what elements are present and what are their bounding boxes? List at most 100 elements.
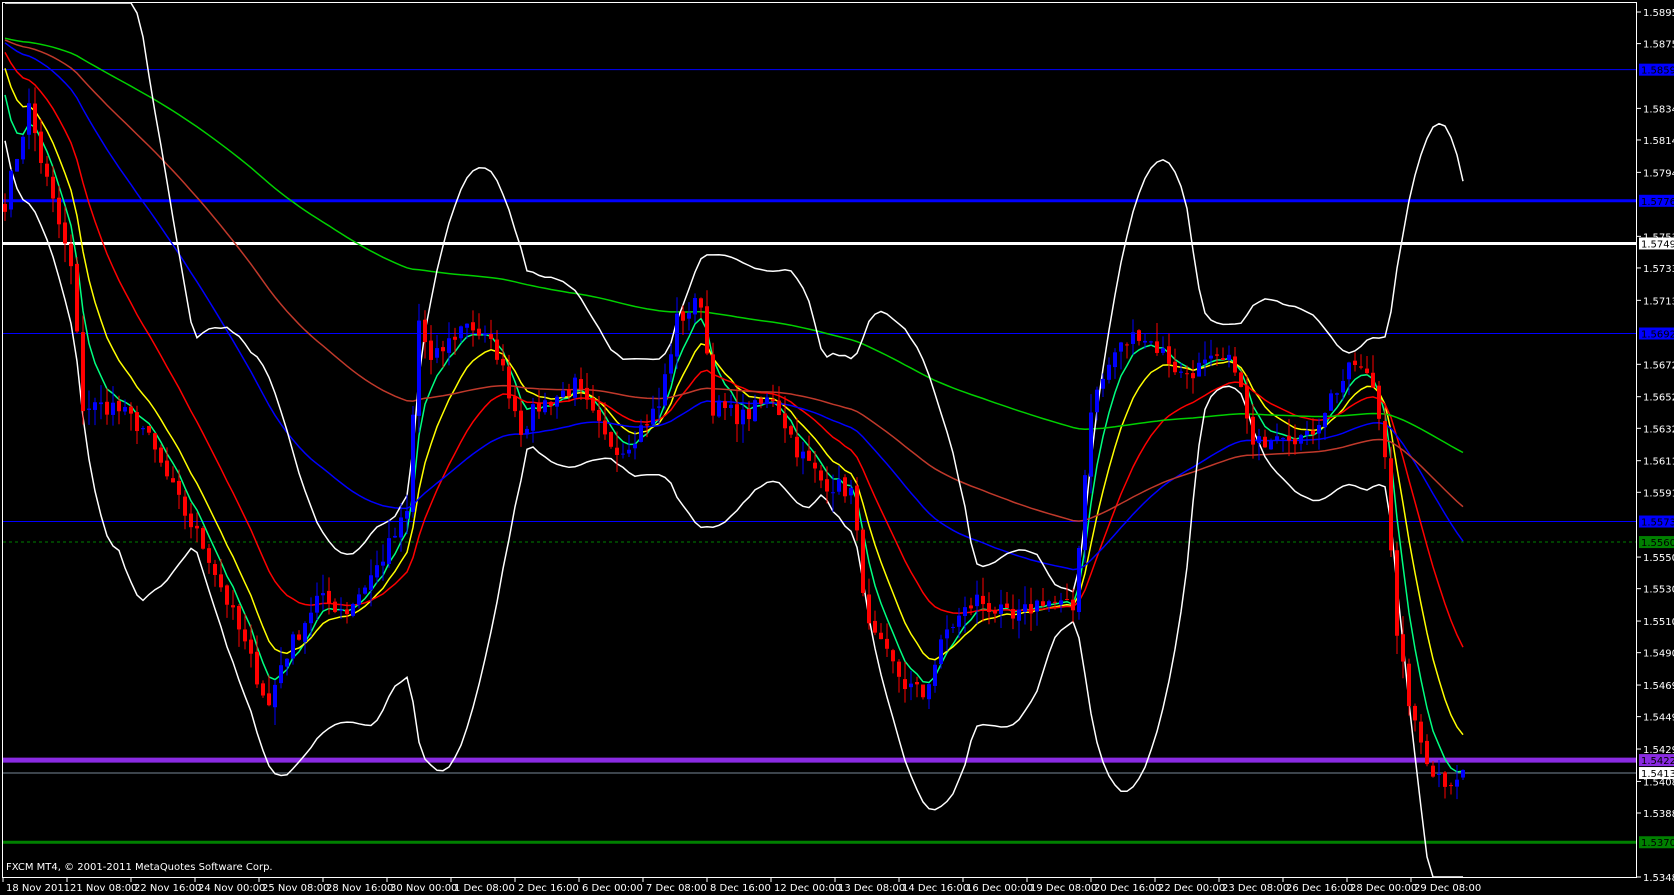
candle-body: [849, 487, 853, 496]
candle: [99, 385, 103, 420]
candle-body: [33, 103, 37, 134]
price-axis[interactable]: 1.589551.587551.583451.581451.579401.575…: [1637, 8, 1674, 884]
y-tick-label: 1.56320: [1643, 424, 1674, 435]
candle-body: [171, 478, 175, 483]
candle-body: [855, 485, 859, 531]
candle: [609, 431, 613, 449]
candle-body: [921, 684, 925, 698]
candle-body: [1281, 437, 1285, 439]
candle-body: [915, 682, 919, 685]
candle-body: [1107, 364, 1111, 380]
y-tick-label: 1.53885: [1643, 809, 1674, 820]
candle-body: [1215, 354, 1219, 356]
candle-body: [1257, 436, 1261, 444]
candle: [63, 206, 67, 263]
candle-body: [1359, 366, 1363, 368]
candle: [303, 621, 307, 654]
candle-body: [909, 683, 913, 688]
candle: [237, 603, 241, 647]
candle: [693, 293, 697, 323]
candle: [1179, 363, 1183, 378]
candle: [45, 155, 49, 187]
candle-body: [387, 538, 391, 564]
candle-body: [657, 406, 661, 408]
candle-body: [27, 103, 31, 135]
candle-body: [873, 620, 877, 633]
candle-body: [39, 131, 43, 163]
candle-body: [879, 632, 883, 640]
candle: [471, 310, 475, 347]
candle-body: [153, 433, 157, 450]
x-tick-label: 14 Dec 16:00: [902, 883, 969, 894]
candle: [1455, 764, 1459, 800]
candle: [741, 393, 745, 443]
time-axis[interactable]: 18 Nov 2011 21 Nov 08:0022 Nov 16:0024 No…: [2, 877, 1481, 894]
candle: [789, 424, 793, 439]
candle: [1317, 418, 1321, 450]
candle: [705, 290, 709, 356]
y-tick-label: 1.56115: [1643, 457, 1674, 468]
candle: [1359, 354, 1363, 370]
candle: [267, 675, 271, 707]
candle-body: [1341, 380, 1345, 393]
candle-body: [363, 587, 367, 594]
candle-body: [261, 683, 265, 696]
candle-body: [1191, 373, 1195, 379]
candle-body: [405, 511, 409, 519]
candle: [585, 373, 589, 410]
candle-body: [231, 605, 235, 608]
level-price-label: 1.55730: [1641, 518, 1674, 529]
candle-body: [663, 374, 667, 406]
candle: [315, 582, 319, 620]
candle-body: [1407, 663, 1411, 707]
candle: [351, 602, 355, 618]
candle-body: [1287, 435, 1291, 441]
candle-body: [795, 436, 799, 458]
candle-body: [777, 400, 781, 415]
candle-body: [57, 197, 61, 225]
candle: [1437, 760, 1441, 788]
candle-body: [351, 604, 355, 616]
candle-body: [381, 561, 385, 566]
candle: [1425, 734, 1429, 767]
candle-body: [1353, 360, 1357, 365]
candle-body: [1179, 371, 1183, 373]
candle-body: [1251, 416, 1255, 445]
price-chart[interactable]: 1.589551.587551.583451.581451.579401.575…: [0, 0, 1674, 895]
candle-body: [477, 328, 481, 336]
y-tick-label: 1.53480: [1643, 873, 1674, 884]
candle: [1107, 357, 1111, 384]
candle: [1353, 352, 1357, 372]
candle-body: [1119, 342, 1123, 352]
candle-body: [1365, 368, 1369, 374]
y-tick-label: 1.58145: [1643, 136, 1674, 147]
x-tick-label: 12 Dec 00:00: [774, 883, 841, 894]
x-tick-label: 2 Dec 16:00: [518, 883, 579, 894]
candle: [1299, 433, 1303, 451]
ema-line: [4, 39, 1464, 522]
candle: [531, 397, 535, 443]
candle-body: [1113, 352, 1117, 368]
candle-body: [471, 322, 475, 331]
candle: [1431, 761, 1435, 778]
y-tick-label: 1.56725: [1643, 360, 1674, 371]
y-tick-label: 1.58755: [1643, 40, 1674, 51]
candle: [831, 474, 835, 513]
candle-body: [1023, 604, 1027, 612]
candle: [993, 606, 997, 623]
candle: [129, 402, 133, 431]
candle-body: [1155, 341, 1159, 353]
candle-body: [1449, 785, 1453, 787]
candle-body: [669, 354, 673, 374]
candle: [933, 660, 937, 693]
candle: [549, 400, 553, 416]
level-price-label: 1.58590: [1641, 66, 1674, 77]
candle-body: [579, 379, 583, 390]
candle-body: [645, 424, 649, 426]
level-price-label: 1.55600: [1641, 538, 1674, 549]
candle: [525, 425, 529, 439]
candle: [537, 390, 541, 419]
candle: [15, 158, 19, 172]
candle: [297, 630, 301, 641]
candle: [1035, 599, 1039, 626]
